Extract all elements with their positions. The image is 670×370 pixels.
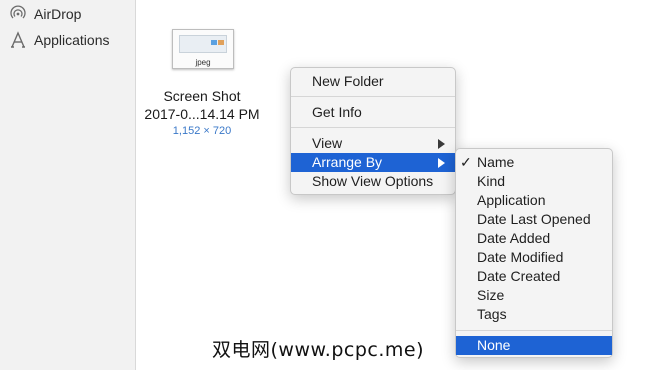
airdrop-icon: [8, 4, 28, 24]
watermark-text: 双电网(www.pcpc.me): [212, 339, 424, 361]
menu-item-get-info[interactable]: Get Info: [291, 103, 455, 122]
arrange-by-submenu: ✓ Name Kind Application Date Last Opened…: [455, 148, 613, 358]
file-name-line2[interactable]: 2017-0...14.14 PM: [140, 105, 264, 123]
checkmark-icon: ✓: [460, 154, 472, 170]
applications-icon: [8, 30, 28, 50]
submenu-item-size[interactable]: Size: [456, 286, 612, 305]
file-extension: jpeg: [195, 58, 211, 67]
context-menu: New Folder Get Info View Arrange By Show…: [290, 67, 456, 195]
submenu-item-kind[interactable]: Kind: [456, 172, 612, 191]
submenu-item-date-created[interactable]: Date Created: [456, 267, 612, 286]
menu-item-label: Name: [477, 154, 515, 170]
menu-separator: [456, 330, 612, 331]
menu-item-label: None: [477, 337, 511, 353]
menu-item-label: New Folder: [312, 73, 384, 89]
submenu-arrow-icon: [438, 139, 445, 149]
menu-item-label: Date Last Opened: [477, 211, 591, 227]
menu-item-label: Get Info: [312, 104, 362, 120]
menu-separator: [291, 127, 455, 128]
menu-item-label: Date Created: [477, 268, 561, 284]
sidebar: AirDrop Applications: [0, 0, 136, 370]
menu-item-label: Date Modified: [477, 249, 564, 265]
submenu-item-application[interactable]: Application: [456, 191, 612, 210]
submenu-item-none[interactable]: None: [456, 336, 612, 355]
submenu-item-date-last-opened[interactable]: Date Last Opened: [456, 210, 612, 229]
menu-item-label: Arrange By: [312, 154, 383, 170]
menu-item-new-folder[interactable]: New Folder: [291, 72, 455, 91]
thumbnail-dot: [211, 40, 217, 45]
menu-item-show-view-options[interactable]: Show View Options: [291, 172, 455, 191]
file-dimensions: 1,152 × 720: [172, 125, 232, 137]
sidebar-item-label: Applications: [34, 32, 110, 48]
submenu-item-tags[interactable]: Tags: [456, 305, 612, 324]
sidebar-item-label: AirDrop: [34, 6, 82, 22]
menu-item-label: Kind: [477, 173, 506, 189]
menu-item-view[interactable]: View: [291, 134, 455, 153]
menu-item-label: Size: [477, 287, 505, 303]
submenu-item-date-added[interactable]: Date Added: [456, 229, 612, 248]
submenu-arrow-icon: [438, 158, 445, 168]
menu-item-label: Tags: [477, 306, 507, 322]
thumbnail-dot: [218, 40, 224, 45]
menu-item-label: Date Added: [477, 230, 551, 246]
sidebar-item-applications[interactable]: Applications: [8, 29, 110, 51]
menu-item-label: Application: [477, 192, 546, 208]
file-name-line1[interactable]: Screen Shot: [140, 87, 264, 105]
menu-item-label: Show View Options: [312, 173, 434, 189]
menu-item-label: View: [312, 135, 343, 151]
menu-separator: [291, 96, 455, 97]
file-thumbnail[interactable]: jpeg: [172, 29, 234, 69]
submenu-item-name[interactable]: ✓ Name: [456, 153, 612, 172]
sidebar-item-airdrop[interactable]: AirDrop: [8, 3, 81, 25]
menu-item-arrange-by[interactable]: Arrange By: [291, 153, 455, 172]
submenu-item-date-modified[interactable]: Date Modified: [456, 248, 612, 267]
